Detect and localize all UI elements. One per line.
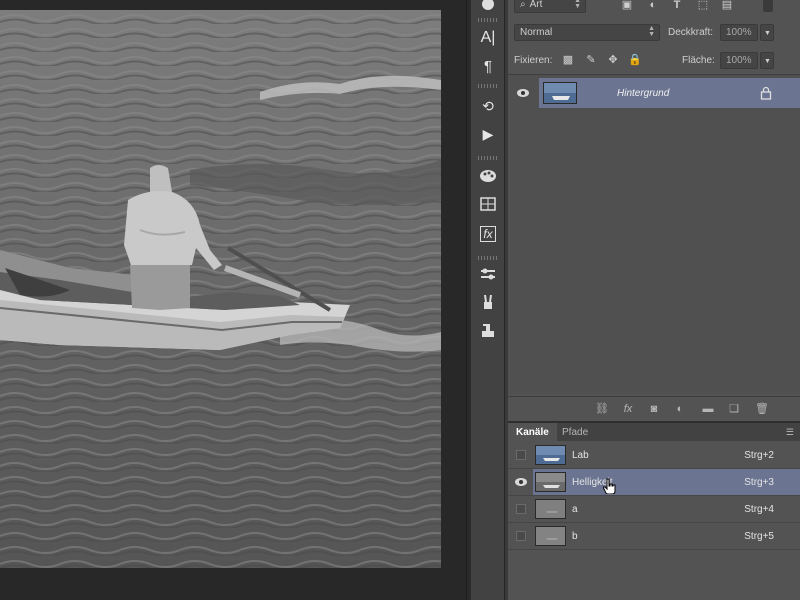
tab-channels[interactable]: Kanäle bbox=[508, 423, 557, 441]
channel-row-a[interactable]: a Strg+4 bbox=[508, 496, 800, 523]
panel-menu-icon[interactable]: ☰ bbox=[786, 427, 794, 438]
channel-name: Lab bbox=[572, 450, 589, 461]
character-icon[interactable]: A| bbox=[475, 26, 501, 50]
opacity-input[interactable]: 100% bbox=[720, 24, 758, 41]
channel-body[interactable]: Lab Strg+2 bbox=[533, 442, 800, 468]
channel-thumbnail bbox=[535, 526, 566, 546]
channel-body[interactable]: b Strg+5 bbox=[533, 523, 800, 549]
blend-mode-value: Normal bbox=[520, 27, 553, 38]
visibility-box bbox=[515, 504, 526, 514]
lock-label: Fixieren: bbox=[514, 55, 553, 66]
filter-adjustment-icon[interactable]: ◐ bbox=[646, 0, 660, 12]
chevron-down-icon: ▼ bbox=[764, 30, 771, 37]
properties-icon[interactable] bbox=[475, 262, 501, 286]
styles-icon[interactable] bbox=[475, 192, 501, 216]
layer-list: Hintergrund bbox=[508, 74, 800, 394]
tab-paths[interactable]: Pfade bbox=[554, 423, 596, 441]
filter-type-icon[interactable]: T bbox=[670, 0, 684, 12]
layer-thumbnail bbox=[543, 82, 577, 104]
stepper-arrows-icon: ▲ ▼ bbox=[574, 0, 581, 10]
new-layer-icon[interactable]: ❏ bbox=[726, 401, 742, 417]
hand-cursor-icon bbox=[603, 478, 616, 494]
brush-presets-icon[interactable] bbox=[475, 290, 501, 314]
lock-image-pixels-icon[interactable]: ✎ bbox=[584, 53, 598, 67]
add-mask-icon[interactable]: ◙ bbox=[646, 401, 662, 417]
strip-grip[interactable] bbox=[478, 84, 498, 88]
document-image[interactable] bbox=[0, 10, 441, 568]
paragraph-icon[interactable]: ¶ bbox=[475, 54, 501, 78]
layer-style-icon[interactable]: fx bbox=[620, 401, 636, 417]
channel-shortcut: Strg+4 bbox=[744, 504, 774, 515]
lock-all-icon[interactable]: 🔒 bbox=[628, 53, 642, 67]
link-layers-icon[interactable]: ⛓ bbox=[594, 401, 610, 417]
channel-name: a bbox=[572, 504, 578, 515]
channel-thumbnail bbox=[535, 445, 566, 465]
fisherman-boat-photo bbox=[0, 10, 441, 568]
panel-icon-strip: A| ¶ ⟲ ▶ fx bbox=[471, 0, 505, 600]
layers-panel: ⌕ Art ▲ ▼ ▣ ◐ T ⬚ ▤ Normal ▲ ▼ Deckkraft: 1… bbox=[508, 0, 800, 420]
filter-shape-icon[interactable]: ⬚ bbox=[696, 0, 710, 12]
fill-dropdown-button[interactable]: ▼ bbox=[760, 52, 774, 69]
info-icon[interactable] bbox=[475, 0, 501, 16]
opacity-dropdown-button[interactable]: ▼ bbox=[760, 24, 774, 41]
layers-footer-toolbar: ⛓ fx ◙ ◐ ▬ ❏ 🗑 bbox=[508, 396, 800, 420]
lock-position-icon[interactable]: ✥ bbox=[606, 53, 620, 67]
chevron-down-icon: ▼ bbox=[764, 58, 771, 65]
stepper-arrows-icon: ▲ ▼ bbox=[648, 25, 655, 38]
fill-label: Fläche: bbox=[682, 55, 715, 66]
filter-pixel-icon[interactable]: ▣ bbox=[620, 0, 634, 12]
actions-icon[interactable]: ▶ bbox=[475, 122, 501, 146]
channel-row-lab[interactable]: Lab Strg+2 bbox=[508, 442, 800, 469]
channel-visibility-toggle[interactable] bbox=[508, 496, 533, 522]
channel-row-helligkeit[interactable]: Helligkeit Strg+3 bbox=[508, 469, 800, 496]
new-adjustment-layer-icon[interactable]: ◐ bbox=[672, 401, 688, 417]
channel-shortcut: Strg+3 bbox=[744, 477, 774, 488]
channel-row-b[interactable]: b Strg+5 bbox=[508, 523, 800, 550]
channel-body[interactable]: Helligkeit Strg+3 bbox=[533, 469, 800, 495]
channel-thumbnail bbox=[535, 499, 566, 519]
layer-visibility-toggle[interactable] bbox=[508, 78, 538, 108]
clone-source-icon[interactable] bbox=[475, 318, 501, 342]
channels-tab-bar: Kanäle Pfade ☰ bbox=[508, 423, 800, 441]
visibility-box bbox=[515, 531, 526, 541]
delete-layer-icon[interactable]: 🗑 bbox=[754, 401, 770, 417]
fill-input[interactable]: 100% bbox=[720, 52, 758, 69]
filter-toggle-switch[interactable] bbox=[763, 0, 773, 12]
blend-mode-select[interactable]: Normal ▲ ▼ bbox=[514, 24, 660, 41]
opacity-label: Deckkraft: bbox=[668, 27, 714, 38]
layer-name: Hintergrund bbox=[617, 88, 670, 99]
eye-icon bbox=[514, 478, 527, 486]
opacity-value: 100% bbox=[726, 27, 752, 38]
channel-visibility-toggle[interactable] bbox=[508, 442, 533, 468]
channel-thumbnail bbox=[535, 472, 566, 492]
history-icon[interactable]: ⟲ bbox=[475, 94, 501, 118]
channel-visibility-toggle[interactable] bbox=[508, 469, 533, 495]
visibility-box bbox=[515, 450, 526, 460]
filter-smart-object-icon[interactable]: ▤ bbox=[720, 0, 734, 12]
strip-grip[interactable] bbox=[478, 256, 498, 260]
fill-value: 100% bbox=[726, 55, 752, 66]
search-icon: ⌕ bbox=[520, 0, 526, 10]
strip-grip[interactable] bbox=[478, 18, 498, 22]
lock-transparent-pixels-icon[interactable]: ▩ bbox=[561, 53, 575, 67]
channel-body[interactable]: a Strg+4 bbox=[533, 496, 800, 522]
layer-body[interactable]: Hintergrund bbox=[539, 78, 800, 108]
channel-visibility-toggle[interactable] bbox=[508, 523, 533, 549]
document-canvas[interactable] bbox=[0, 0, 466, 600]
lock-icon bbox=[760, 86, 772, 100]
layer-row[interactable]: Hintergrund bbox=[508, 78, 800, 108]
swatches-icon[interactable] bbox=[475, 164, 501, 188]
channel-shortcut: Strg+5 bbox=[744, 531, 774, 542]
channel-shortcut: Strg+2 bbox=[744, 450, 774, 461]
strip-grip[interactable] bbox=[478, 156, 498, 160]
adjustments-icon[interactable]: fx bbox=[475, 222, 501, 246]
right-panel-dock: ⌕ Art ▲ ▼ ▣ ◐ T ⬚ ▤ Normal ▲ ▼ Deckkraft: 1… bbox=[508, 0, 800, 600]
channel-name: b bbox=[572, 531, 578, 542]
layer-filter-select[interactable]: ⌕ Art ▲ ▼ bbox=[514, 0, 586, 13]
channels-panel: Kanäle Pfade ☰ Lab Strg+2 Helligkeit Str… bbox=[508, 421, 800, 600]
eye-icon bbox=[517, 89, 529, 97]
new-group-icon[interactable]: ▬ bbox=[700, 401, 716, 417]
layer-filter-value: Art bbox=[529, 0, 543, 10]
